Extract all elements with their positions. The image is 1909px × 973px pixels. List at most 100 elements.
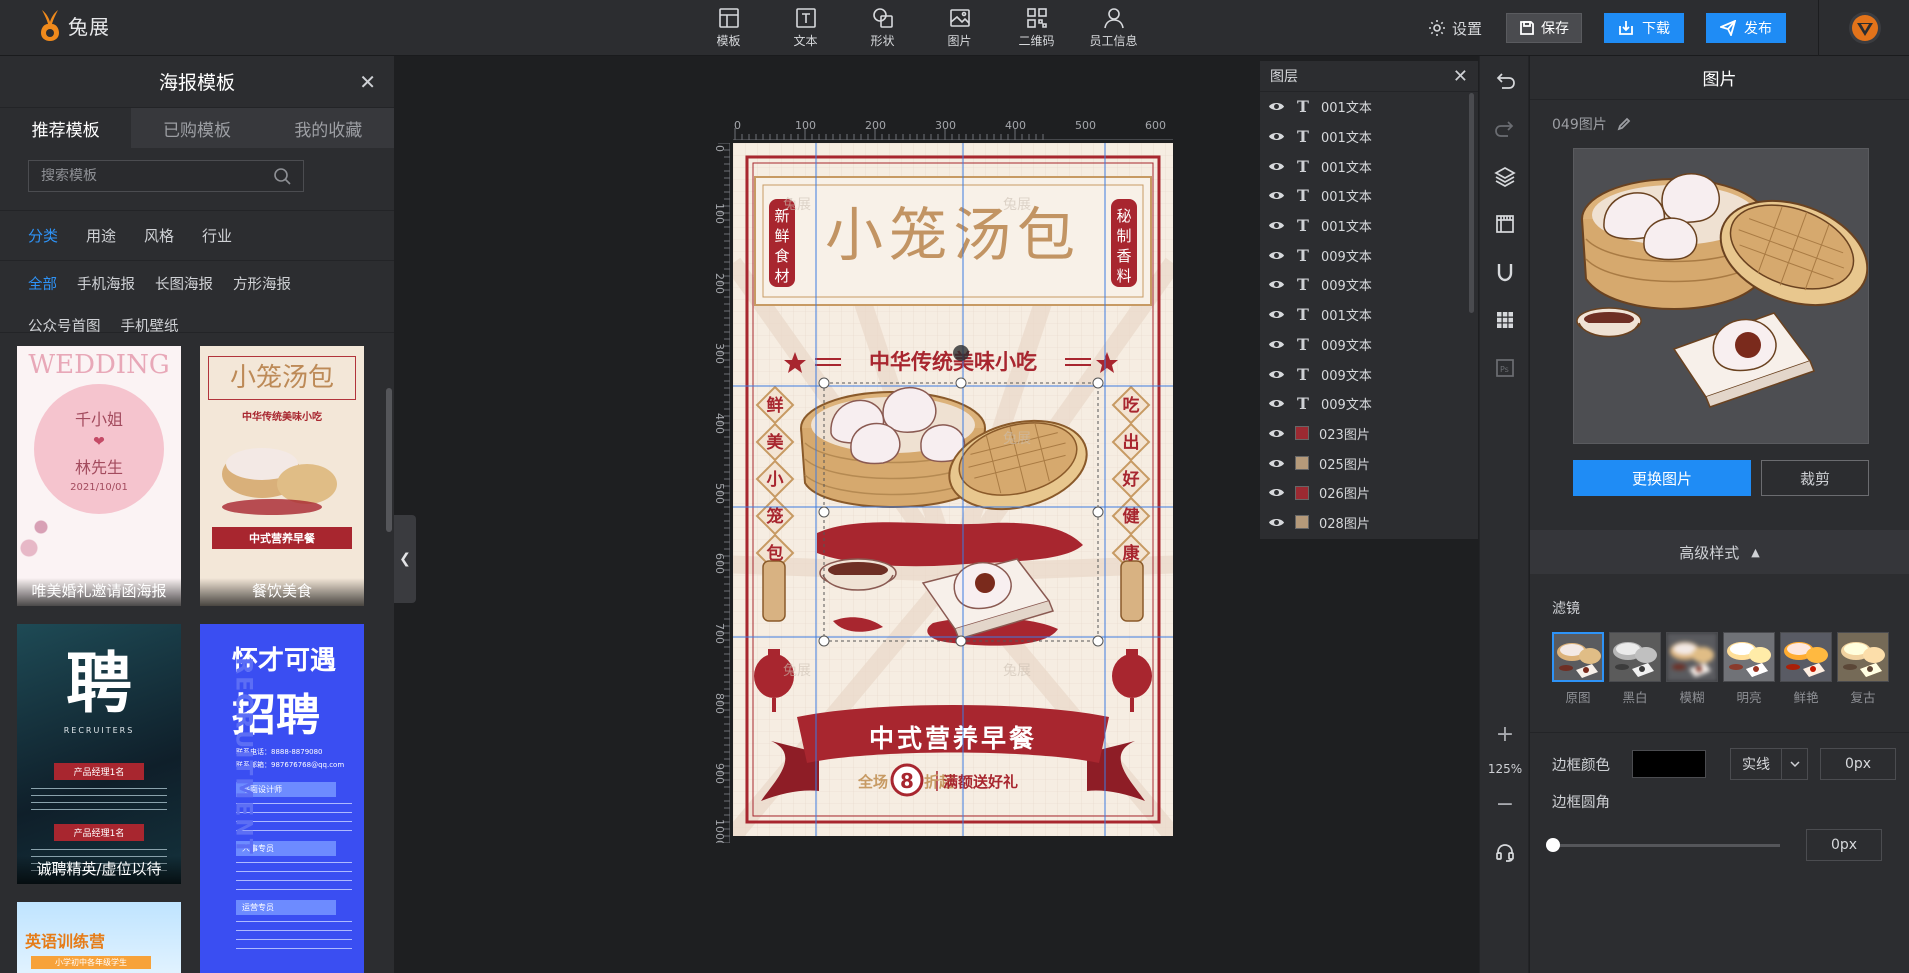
settings-button[interactable]: 设置: [1428, 18, 1482, 39]
layer-item[interactable]: T 001文本: [1260, 92, 1478, 122]
close-icon[interactable]: ✕: [1453, 66, 1468, 87]
tab-favorites[interactable]: 我的收藏: [263, 108, 394, 148]
layer-item[interactable]: T 009文本: [1260, 389, 1478, 419]
layers-scrollbar[interactable]: [1469, 93, 1474, 313]
layers-button[interactable]: [1480, 152, 1530, 200]
collapse-panel-button[interactable]: ❮: [394, 515, 416, 603]
ruler-label: 800: [713, 693, 726, 714]
layer-item[interactable]: T 001文本: [1260, 181, 1478, 211]
eye-icon[interactable]: [1268, 217, 1285, 234]
filter-option[interactable]: 模糊: [1666, 632, 1718, 706]
eye-icon[interactable]: [1268, 366, 1285, 383]
tool-shape[interactable]: 形状: [844, 0, 921, 56]
layer-item[interactable]: 026图片: [1260, 478, 1478, 508]
border-color-picker[interactable]: [1632, 750, 1706, 778]
eye-icon[interactable]: [1268, 336, 1285, 353]
redo-button[interactable]: [1480, 104, 1530, 152]
advanced-style-toggle[interactable]: 高级样式 ▲: [1530, 530, 1909, 574]
undo-button[interactable]: [1480, 56, 1530, 104]
replace-image-button[interactable]: 更换图片: [1573, 460, 1751, 496]
layer-item[interactable]: T 009文本: [1260, 270, 1478, 300]
filter-option[interactable]: 复古: [1837, 632, 1889, 706]
search-icon[interactable]: [273, 167, 291, 185]
eye-icon[interactable]: [1268, 514, 1285, 531]
tool-staff[interactable]: 员工信息: [1075, 0, 1152, 56]
save-icon: [1520, 21, 1534, 35]
cat-classify[interactable]: 分类: [28, 225, 58, 246]
zoom-out-button[interactable]: −: [1480, 784, 1530, 824]
zoom-in-button[interactable]: +: [1480, 714, 1530, 754]
layer-item[interactable]: T 001文本: [1260, 211, 1478, 241]
template-card-english[interactable]: 英语训练营 小学初中各年级学生: [17, 902, 181, 973]
magnet-button[interactable]: [1480, 248, 1530, 296]
eye-icon[interactable]: [1268, 425, 1285, 442]
support-button[interactable]: [1480, 828, 1530, 876]
eye-icon[interactable]: [1268, 187, 1285, 204]
filter-option[interactable]: 原图: [1552, 632, 1604, 706]
template-card-wedding[interactable]: WEDDING 千小姐 ❤ 林先生 2021/10/01 唯美婚礼邀请函海报: [17, 346, 181, 606]
template-card-recruit[interactable]: 聘 RECRUITERS 产品经理1名 产品经理1名 诚聘精英/虚位以待: [17, 624, 181, 884]
ruler-toggle-button[interactable]: [1480, 200, 1530, 248]
tab-purchased[interactable]: 已购模板: [131, 108, 262, 148]
layer-item[interactable]: 028图片: [1260, 508, 1478, 538]
eye-icon[interactable]: [1268, 395, 1285, 412]
layer-item[interactable]: T 009文本: [1260, 330, 1478, 360]
template-scrollbar[interactable]: [386, 388, 392, 532]
layer-name[interactable]: 049图片: [1530, 100, 1909, 148]
eye-icon[interactable]: [1268, 276, 1285, 293]
sub-mobile-poster[interactable]: 手机海报: [77, 273, 135, 301]
layer-item[interactable]: T 001文本: [1260, 151, 1478, 181]
border-style-select[interactable]: 实线: [1730, 748, 1808, 780]
eye-icon[interactable]: [1268, 247, 1285, 264]
zoom-level: 125%: [1487, 762, 1523, 776]
pencil-icon[interactable]: [1617, 117, 1631, 131]
save-button[interactable]: 保存: [1506, 13, 1582, 43]
cat-usage[interactable]: 用途: [86, 225, 116, 246]
eye-icon[interactable]: [1268, 455, 1285, 472]
layer-item[interactable]: 023图片: [1260, 419, 1478, 449]
photoshop-import-button[interactable]: Ps: [1480, 344, 1530, 392]
border-radius-input[interactable]: 0px: [1806, 829, 1882, 861]
tool-template[interactable]: 模板: [690, 0, 767, 56]
tool-qrcode[interactable]: 二维码: [998, 0, 1075, 56]
filter-option[interactable]: 明亮: [1723, 632, 1775, 706]
template-card-recruit-blue[interactable]: RECRUITMENT 怀才可遇 招聘 联系电话：8888-8879080 联系…: [200, 624, 364, 973]
border-width-input[interactable]: 0px: [1820, 748, 1896, 780]
eye-icon[interactable]: [1268, 98, 1285, 115]
cat-style[interactable]: 风格: [144, 225, 174, 246]
layer-name: 001文本: [1321, 220, 1372, 236]
crop-button[interactable]: 裁剪: [1761, 460, 1869, 496]
filter-thumbnail: [1666, 632, 1718, 682]
layer-item[interactable]: 025图片: [1260, 448, 1478, 478]
user-avatar[interactable]: [1849, 12, 1881, 44]
sub-square-poster[interactable]: 方形海报: [233, 273, 291, 301]
sub-all[interactable]: 全部: [28, 273, 57, 301]
tab-recommended[interactable]: 推荐模板: [0, 108, 132, 148]
eye-icon[interactable]: [1268, 484, 1285, 501]
eye-icon[interactable]: [1268, 158, 1285, 175]
layer-item[interactable]: T 001文本: [1260, 122, 1478, 152]
download-button[interactable]: 下载: [1604, 13, 1684, 43]
filter-option[interactable]: 鲜艳: [1780, 632, 1832, 706]
tool-text[interactable]: 文本: [767, 0, 844, 56]
close-icon[interactable]: ✕: [359, 70, 376, 94]
publish-button[interactable]: 发布: [1706, 13, 1786, 43]
eye-icon[interactable]: [1268, 128, 1285, 145]
border-radius-slider[interactable]: [1546, 837, 1780, 852]
brand-logo[interactable]: 兔展: [36, 8, 110, 42]
eye-icon[interactable]: [1268, 306, 1285, 323]
layer-item[interactable]: T 009文本: [1260, 240, 1478, 270]
template-card-food[interactable]: 小笼汤包 中华传统美味小吃 中式营养早餐 餐饮美食: [200, 346, 364, 606]
filter-option[interactable]: 黑白: [1609, 632, 1661, 706]
search-input[interactable]: [41, 168, 273, 184]
cat-industry[interactable]: 行业: [202, 225, 232, 246]
tool-image[interactable]: 图片: [921, 0, 998, 56]
sub-long-poster[interactable]: 长图海报: [155, 273, 213, 301]
slider-handle[interactable]: [1546, 837, 1560, 852]
poster-canvas[interactable]: 兔展 兔展 兔展 兔展 兔展 小笼汤包 中华传统美味小吃 中式营养早餐 全场 8…: [733, 143, 1173, 836]
layer-item[interactable]: T 001文本: [1260, 300, 1478, 330]
image-layer-icon: [1295, 426, 1309, 441]
layer-item[interactable]: T 009文本: [1260, 359, 1478, 389]
grid-button[interactable]: [1480, 296, 1530, 344]
layers-title: 图层: [1270, 69, 1298, 85]
